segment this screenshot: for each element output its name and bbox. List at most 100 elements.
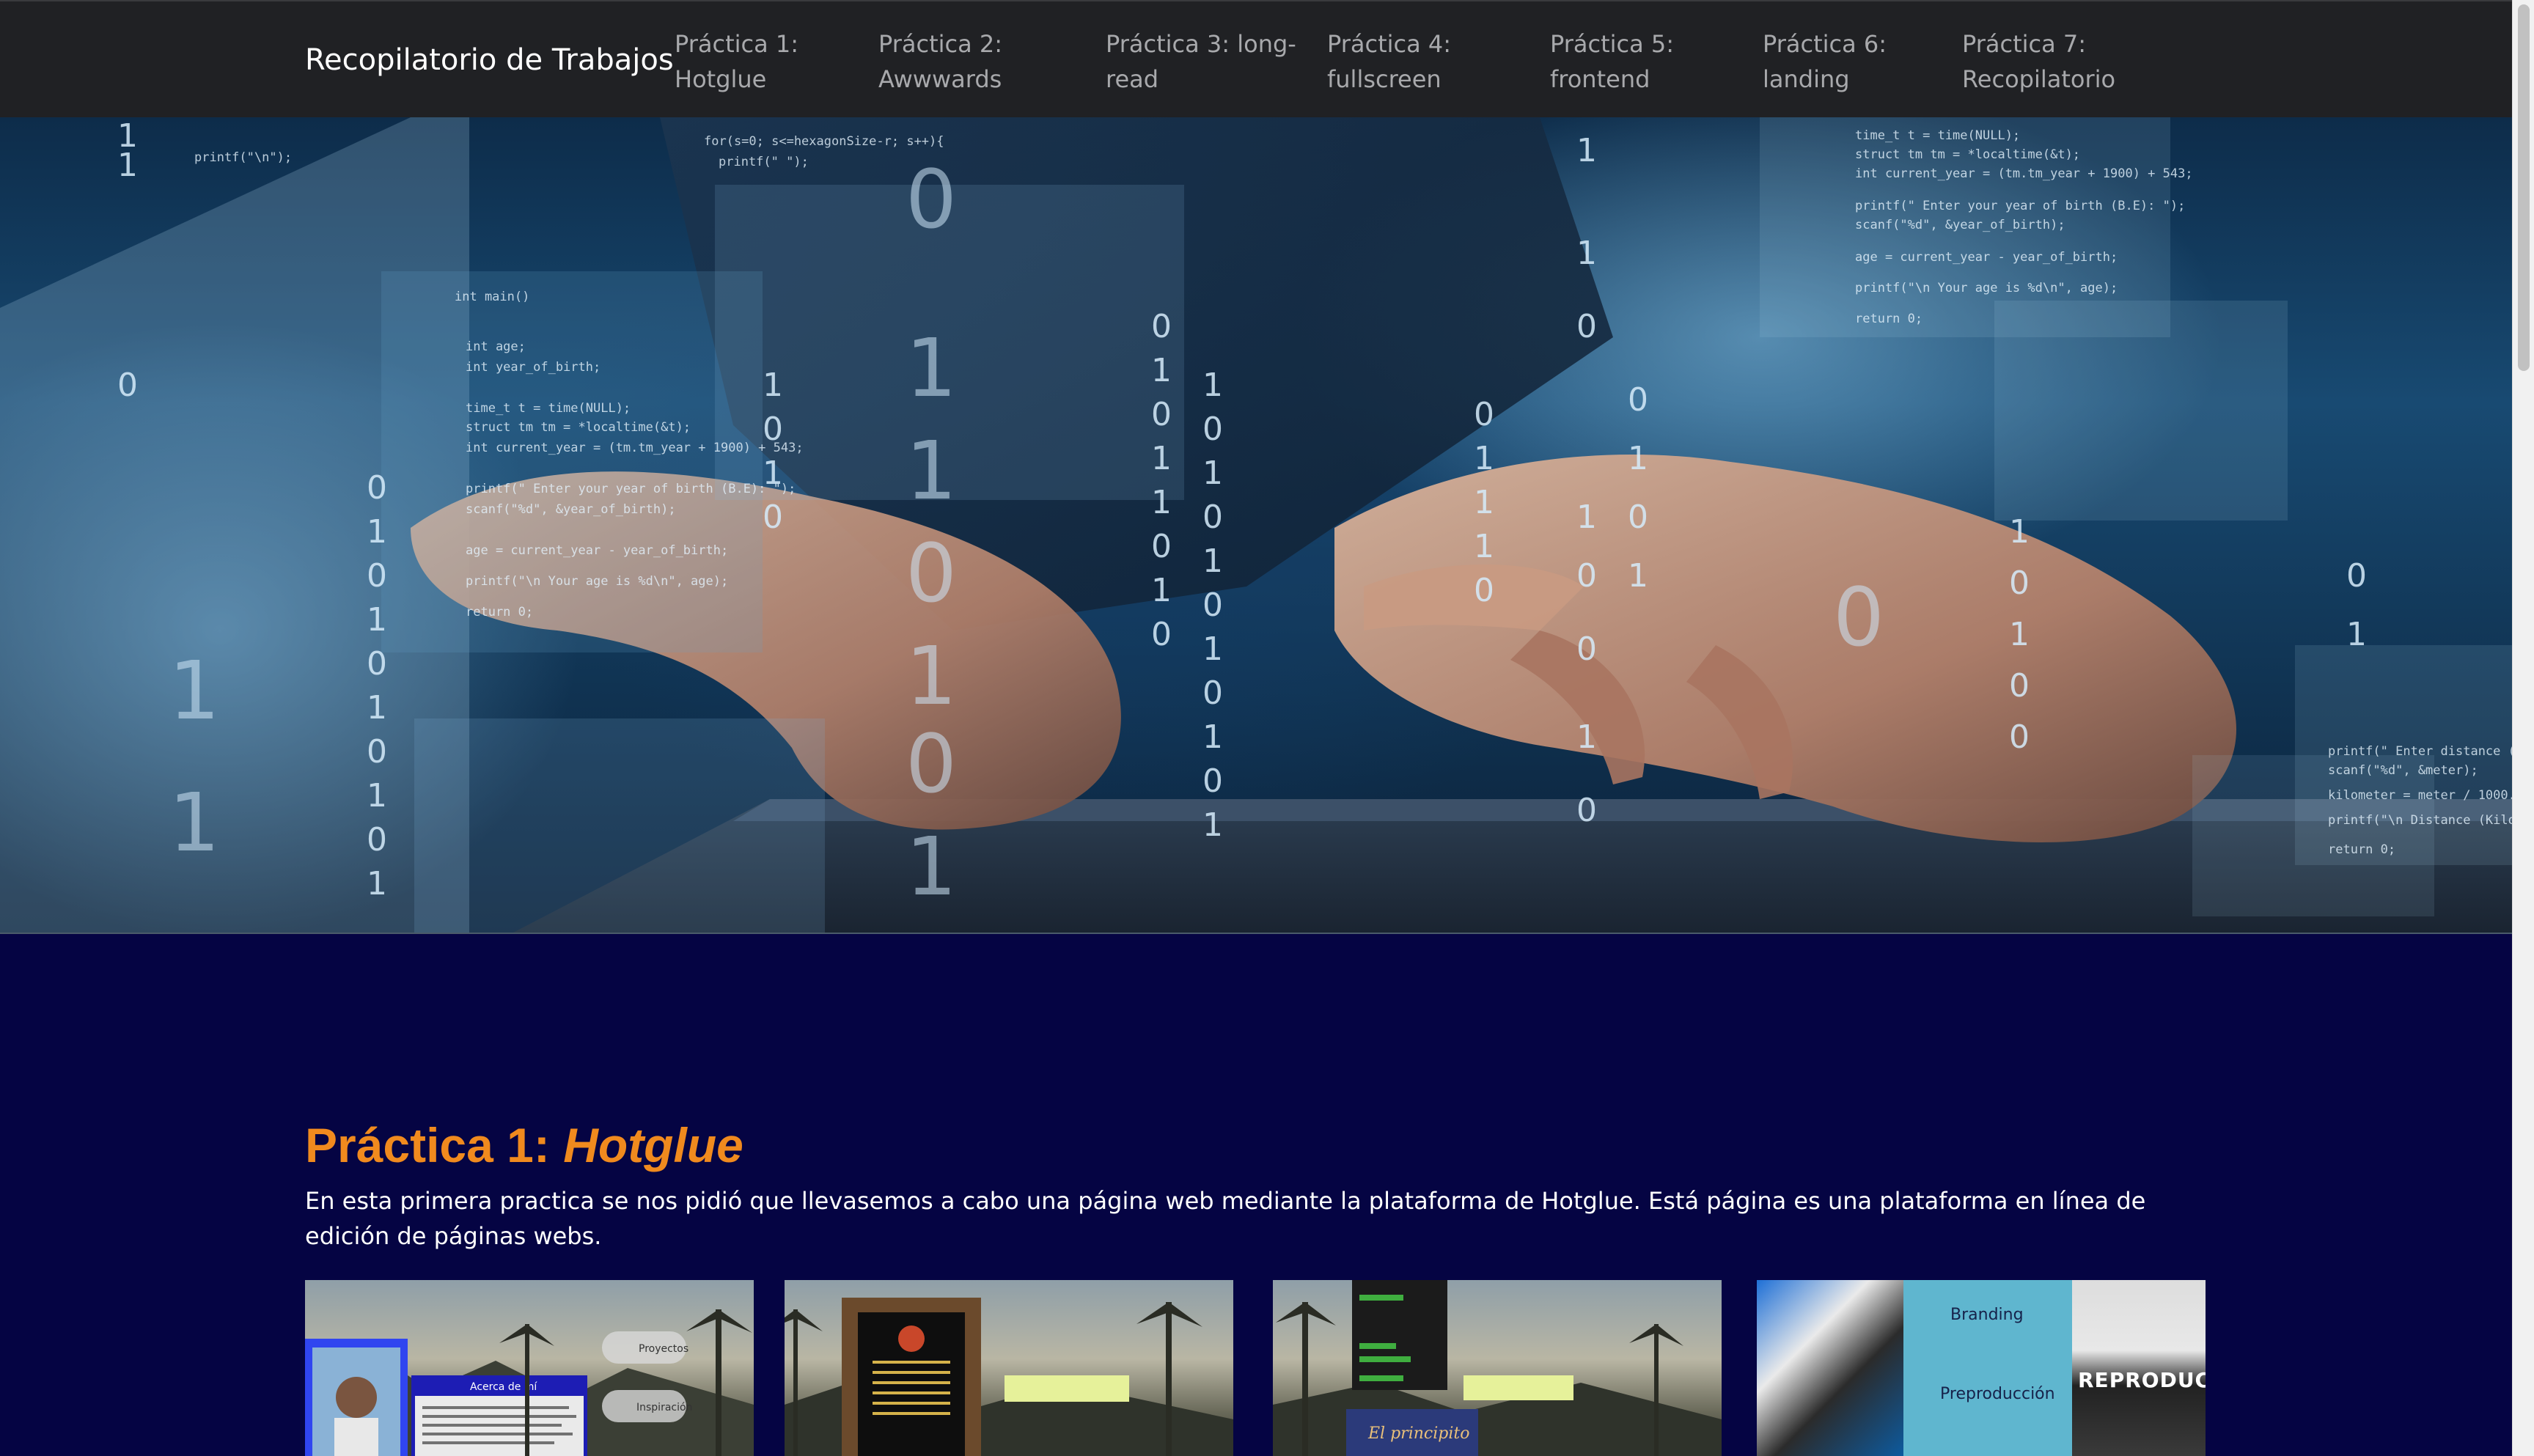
nav-link-label: Práctica 2:	[878, 30, 1003, 58]
top-navbar: Recopilatorio de Trabajos Práctica 1: Ho…	[0, 0, 2512, 117]
svg-text:0: 0	[1151, 616, 1172, 653]
svg-text:int age;: int age;	[466, 339, 526, 354]
svg-text:1: 1	[1576, 235, 1597, 272]
nav-link-practica-1[interactable]: Práctica 1: Hotglue	[675, 26, 798, 97]
section-title-emphasis: Hotglue	[563, 1118, 743, 1172]
svg-text:age = current_year - year_of_b: age = current_year - year_of_birth;	[466, 543, 728, 558]
nav-link-label: Práctica 7:	[1962, 30, 2087, 58]
svg-text:1: 1	[1576, 132, 1597, 169]
svg-text:1: 1	[1474, 528, 1494, 565]
svg-text:0: 0	[1576, 557, 1597, 595]
svg-text:1: 1	[1628, 557, 1648, 595]
nav-link-label: landing	[1763, 65, 1850, 93]
svg-text:0: 0	[2009, 565, 2030, 602]
svg-text:0: 0	[1202, 762, 1223, 800]
svg-text:printf(" Enter distance (Meter: printf(" Enter distance (Meters): ");	[2328, 744, 2512, 759]
nav-link-label: Recopilatorio	[1962, 65, 2116, 93]
svg-text:0: 0	[1202, 674, 1223, 712]
svg-text:1: 1	[1474, 440, 1494, 477]
nav-link-practica-3[interactable]: Práctica 3: long- read	[1106, 26, 1296, 97]
thumbnail-3[interactable]: El principito	[1273, 1280, 1722, 1456]
page-scrollbar[interactable]	[2512, 0, 2534, 1456]
nav-link-practica-6[interactable]: Práctica 6: landing	[1763, 26, 1887, 97]
nav-link-practica-5[interactable]: Práctica 5: frontend	[1550, 26, 1674, 97]
svg-text:return 0;: return 0;	[1855, 312, 1922, 326]
svg-text:1: 1	[1474, 484, 1494, 521]
thumbnail-4-label-reproduccion: REPRODUCCIÓ	[2078, 1368, 2206, 1392]
svg-text:struct tm tm = *localtime(&t);: struct tm tm = *localtime(&t);	[1855, 147, 2080, 162]
svg-text:0: 0	[1576, 630, 1597, 668]
thumbnail-1[interactable]: Acerca de mí Proyectos Inspiración	[305, 1280, 754, 1456]
thumbnail-4[interactable]: Branding Preproducción REPRODUCCIÓ	[1757, 1280, 2206, 1456]
svg-text:1: 1	[1202, 543, 1223, 580]
svg-text:0: 0	[1576, 308, 1597, 345]
hero-illustration: 110 0101010101 1010 01011010 10101010101…	[0, 117, 2512, 933]
svg-text:0: 0	[763, 499, 783, 536]
svg-text:0: 0	[906, 152, 957, 246]
svg-text:1: 1	[1202, 630, 1223, 668]
svg-text:0: 0	[1151, 308, 1172, 345]
svg-text:int current_year = (tm.tm_year: int current_year = (tm.tm_year + 1900) +…	[466, 441, 804, 455]
svg-text:1: 1	[906, 629, 957, 723]
svg-text:0: 0	[1151, 396, 1172, 433]
svg-text:0: 0	[1151, 528, 1172, 565]
svg-text:0: 0	[367, 821, 387, 858]
svg-text:0: 0	[1628, 381, 1648, 419]
svg-text:1: 1	[367, 777, 387, 815]
svg-text:scanf("%d", &year_of_birth);: scanf("%d", &year_of_birth);	[466, 502, 676, 517]
svg-text:0: 0	[117, 367, 138, 404]
svg-text:0: 0	[1202, 499, 1223, 536]
svg-text:0: 0	[1628, 499, 1648, 536]
svg-text:1: 1	[1151, 440, 1172, 477]
svg-text:printf("\n Distance (Kilometer: printf("\n Distance (Kilometers) is %.3f…	[2328, 813, 2512, 828]
svg-text:printf(" Enter your year of bi: printf(" Enter your year of birth (B.E):…	[466, 482, 796, 496]
svg-text:1: 1	[1576, 499, 1597, 536]
nav-link-practica-7[interactable]: Práctica 7: Recopilatorio	[1962, 26, 2115, 97]
svg-text:int year_of_birth;: int year_of_birth;	[466, 360, 601, 375]
nav-link-label: Práctica 6:	[1763, 30, 1887, 58]
svg-text:0: 0	[1474, 396, 1494, 433]
thumbnail-4-brand-collage	[1757, 1280, 1903, 1456]
nav-link-label: read	[1106, 65, 1159, 93]
svg-text:scanf("%d", &meter);: scanf("%d", &meter);	[2328, 763, 2478, 778]
thumbnail-2-preview	[785, 1298, 1233, 1456]
section-title: Práctica 1: Hotglue	[305, 1118, 743, 1172]
svg-text:1: 1	[367, 689, 387, 727]
nav-link-label: Práctica 5:	[1550, 30, 1675, 58]
brand-link[interactable]: Recopilatorio de Trabajos	[305, 43, 674, 78]
svg-text:El principito: El principito	[1367, 1424, 1469, 1443]
svg-text:1: 1	[1151, 352, 1172, 389]
svg-text:1: 1	[2009, 616, 2030, 653]
nav-link-label: Práctica 4:	[1327, 30, 1452, 58]
nav-link-label: fullscreen	[1327, 65, 1442, 93]
svg-text:1: 1	[1151, 484, 1172, 521]
nav-link-practica-4[interactable]: Práctica 4: fullscreen	[1327, 26, 1451, 97]
svg-text:0: 0	[367, 557, 387, 595]
svg-text:0: 0	[1576, 792, 1597, 829]
svg-text:kilometer = meter / 1000.0;: kilometer = meter / 1000.0;	[2328, 788, 2512, 803]
svg-text:0: 0	[906, 717, 957, 811]
svg-text:0: 0	[367, 733, 387, 771]
svg-text:1: 1	[2009, 513, 2030, 551]
svg-text:0: 0	[367, 469, 387, 507]
svg-text:1: 1	[763, 367, 783, 404]
svg-text:struct tm tm = *localtime(&t);: struct tm tm = *localtime(&t);	[466, 420, 691, 435]
thumbnail-1-preview: Acerca de mí Proyectos Inspiración	[305, 1309, 754, 1456]
thumbnail-2[interactable]	[785, 1280, 1233, 1456]
nav-link-label: Práctica 3: long-	[1106, 30, 1296, 58]
thumbnail-4-label-preproduccion: Preproducción	[1940, 1385, 2055, 1403]
nav-link-practica-2[interactable]: Práctica 2: Awwwards	[878, 26, 1002, 97]
svg-text:1: 1	[367, 865, 387, 902]
thumbnail-4-label-branding: Branding	[1950, 1306, 2024, 1324]
svg-text:1: 1	[367, 513, 387, 551]
svg-text:time_t t = time(NULL);: time_t t = time(NULL);	[466, 401, 631, 416]
scrollbar-thumb[interactable]	[2518, 4, 2530, 371]
svg-text:0: 0	[1474, 572, 1494, 609]
hero-divider	[0, 933, 2512, 934]
svg-text:int main(): int main()	[455, 290, 529, 304]
svg-text:1: 1	[1202, 806, 1223, 844]
svg-text:0: 0	[2009, 718, 2030, 756]
svg-text:1: 1	[169, 776, 220, 869]
svg-text:1: 1	[1202, 455, 1223, 492]
svg-text:1: 1	[1202, 367, 1223, 404]
